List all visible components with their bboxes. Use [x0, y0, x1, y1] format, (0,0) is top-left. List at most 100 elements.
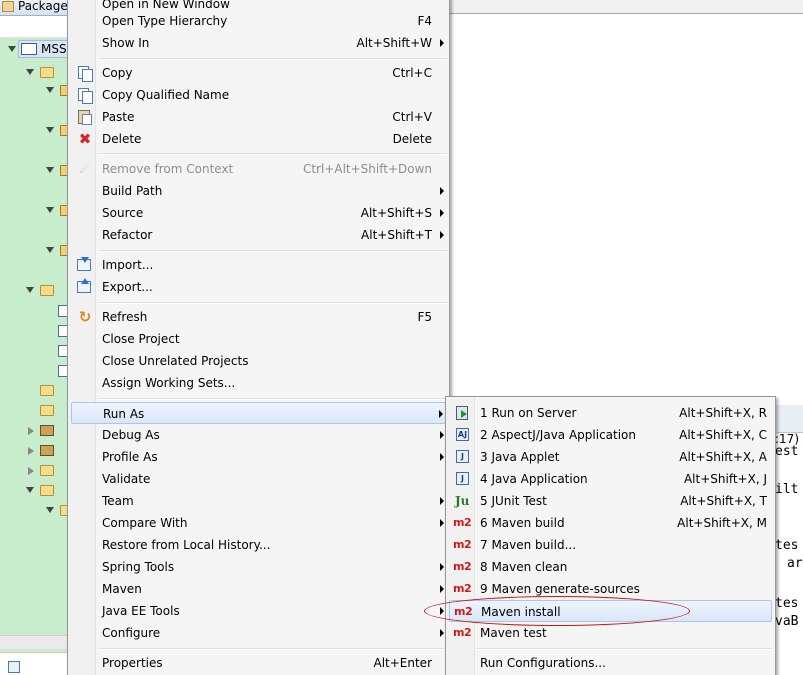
run-as-item-maven-test[interactable]: m2 Maven test	[449, 622, 772, 644]
menu-item-close-unrelated-projects[interactable]: Close Unrelated Projects	[71, 350, 446, 372]
menu-item-java-ee-tools[interactable]: Java EE Tools	[71, 600, 446, 622]
run-as-item-run-configurations[interactable]: Run Configurations...	[449, 652, 772, 674]
menu-item-delete[interactable]: ✖ Delete Delete	[71, 128, 446, 150]
twisty-open-icon	[26, 69, 34, 75]
folder-icon	[40, 485, 54, 496]
status-bar	[0, 652, 70, 675]
twisty-open-icon	[26, 287, 34, 293]
run-as-item-4-java-application[interactable]: J 4 Java Application Alt+Shift+X, J	[449, 468, 772, 490]
menu-item-properties[interactable]: Properties Alt+Enter	[71, 652, 446, 674]
source-folder-icon	[40, 67, 54, 78]
twisty-open-icon	[46, 247, 54, 253]
java-applet-icon: J	[456, 450, 469, 463]
menu-item-paste[interactable]: Paste Ctrl+V	[71, 106, 446, 128]
submenu-arrow-icon	[440, 519, 444, 527]
twisty-open-icon	[46, 167, 54, 173]
folder-icon	[40, 465, 54, 476]
maven-m2-icon: m2	[453, 582, 472, 595]
menu-item-accelerator: Alt+Shift+X, A	[679, 450, 767, 464]
menu-item-import[interactable]: Import...	[71, 254, 446, 276]
menu-item-copy-qualified-name[interactable]: Copy Qualified Name	[71, 84, 446, 106]
menu-item-compare-with[interactable]: Compare With	[71, 512, 446, 534]
menu-item-copy[interactable]: Copy Ctrl+C	[71, 62, 446, 84]
menu-separator	[98, 58, 447, 60]
explorer-horizontal-scrollbar[interactable]	[0, 635, 70, 649]
twisty-closed-icon	[28, 427, 34, 435]
run-as-item-3-java-applet[interactable]: J 3 Java Applet Alt+Shift+X, A	[449, 446, 772, 468]
menu-item-run-as[interactable]: Run As	[71, 402, 446, 424]
tree-project-node[interactable]: MSS	[18, 40, 70, 58]
menu-item-accelerator: Ctrl+C	[392, 66, 432, 80]
submenu-arrow-icon	[440, 585, 444, 593]
menu-item-build-path[interactable]: Build Path	[71, 180, 446, 202]
menu-item-label: 6 Maven build	[480, 516, 565, 530]
run-as-item-1-run-on-server[interactable]: 1 Run on Server Alt+Shift+X, R	[449, 402, 772, 424]
menu-separator	[98, 302, 447, 304]
export-icon	[77, 278, 91, 293]
delete-icon: ✖	[78, 130, 92, 148]
menu-item-label: Delete	[102, 132, 142, 146]
menu-item-configure[interactable]: Configure	[71, 622, 446, 644]
aspectj-application-icon: AJ	[456, 428, 469, 441]
menu-item-assign-working-sets[interactable]: Assign Working Sets...	[71, 372, 446, 394]
menu-item-open-type-hierarchy[interactable]: Open Type Hierarchy F4	[71, 10, 446, 32]
menu-item-validate[interactable]: Validate	[71, 468, 446, 490]
editor-header-strip	[775, 405, 803, 433]
remove-context-icon: ☄	[79, 162, 91, 176]
menu-item-accelerator: F4	[417, 14, 432, 28]
twisty-closed-icon	[28, 447, 34, 455]
submenu-arrow-icon	[440, 629, 444, 637]
editor-code-line: ar	[787, 556, 803, 571]
menu-item-label: Run As	[103, 407, 145, 421]
maven-m2-icon: m2	[453, 560, 472, 573]
menu-item-accelerator: Alt+Shift+W	[356, 36, 433, 50]
source-folder-icon	[40, 405, 54, 416]
menu-item-label: 4 Java Application	[480, 472, 588, 486]
menu-item-debug-as[interactable]: Debug As	[71, 424, 446, 446]
menu-separator	[98, 398, 447, 400]
menu-item-label: Refresh	[102, 310, 148, 324]
twisty-open-icon	[46, 507, 54, 513]
maven-m2-icon: m2	[453, 538, 472, 551]
menu-item-maven[interactable]: Maven	[71, 578, 446, 600]
menu-separator	[98, 153, 447, 155]
menu-item-label: Maven	[102, 582, 142, 596]
submenu-arrow-icon	[440, 497, 444, 505]
menu-item-accelerator: Ctrl+V	[392, 110, 432, 124]
menu-item-label: Configure	[102, 626, 161, 640]
editor-code-line: est	[775, 444, 799, 459]
menu-item-refresh[interactable]: ↻ Refresh F5	[71, 306, 446, 328]
run-as-item-2-aspectj-java-application[interactable]: AJ 2 AspectJ/Java Application Alt+Shift+X,…	[449, 424, 772, 446]
run-as-item-8-maven-clean[interactable]: m2 8 Maven clean	[449, 556, 772, 578]
menu-item-refactor[interactable]: Refactor Alt+Shift+T	[71, 224, 446, 246]
expand-project-twisty[interactable]	[8, 46, 16, 52]
menu-item-label: Run Configurations...	[480, 656, 606, 670]
maven-m2-icon: m2	[453, 516, 472, 529]
menu-item-label: Copy	[102, 66, 133, 80]
menu-item-source[interactable]: Source Alt+Shift+S	[71, 202, 446, 224]
menu-item-restore-from-local-history[interactable]: Restore from Local History...	[71, 534, 446, 556]
menu-item-label: Export...	[102, 280, 153, 294]
menu-item-label: Open Type Hierarchy	[102, 14, 228, 28]
menu-item-show-in[interactable]: Show In Alt+Shift+W	[71, 32, 446, 54]
editor-code-line: ilt	[775, 482, 799, 497]
menu-item-label: Paste	[102, 110, 135, 124]
submenu-arrow-icon	[439, 410, 443, 418]
menu-item-label: Profile As	[102, 450, 158, 464]
menu-item-accelerator: Alt+Shift+X, T	[680, 494, 767, 508]
editor-code-line: tes	[775, 596, 799, 611]
menu-item-accelerator: Delete	[392, 132, 432, 146]
menu-item-spring-tools[interactable]: Spring Tools	[71, 556, 446, 578]
submenu-arrow-icon	[440, 187, 444, 195]
menu-item-export[interactable]: Export...	[71, 276, 446, 298]
menu-item-team[interactable]: Team	[71, 490, 446, 512]
source-folder-icon	[40, 285, 54, 296]
menu-item-label: Source	[102, 206, 144, 220]
menu-item-profile-as[interactable]: Profile As	[71, 446, 446, 468]
submenu-arrow-icon	[440, 431, 444, 439]
run-as-item-7-maven-build[interactable]: m2 7 Maven build...	[449, 534, 772, 556]
package-explorer-tab[interactable]: Package	[0, 0, 70, 16]
run-as-item-5-junit-test[interactable]: Ju 5 JUnit Test Alt+Shift+X, T	[449, 490, 772, 512]
menu-item-close-project[interactable]: Close Project	[71, 328, 446, 350]
run-as-item-6-maven-build[interactable]: m2 6 Maven build Alt+Shift+X, M	[449, 512, 772, 534]
